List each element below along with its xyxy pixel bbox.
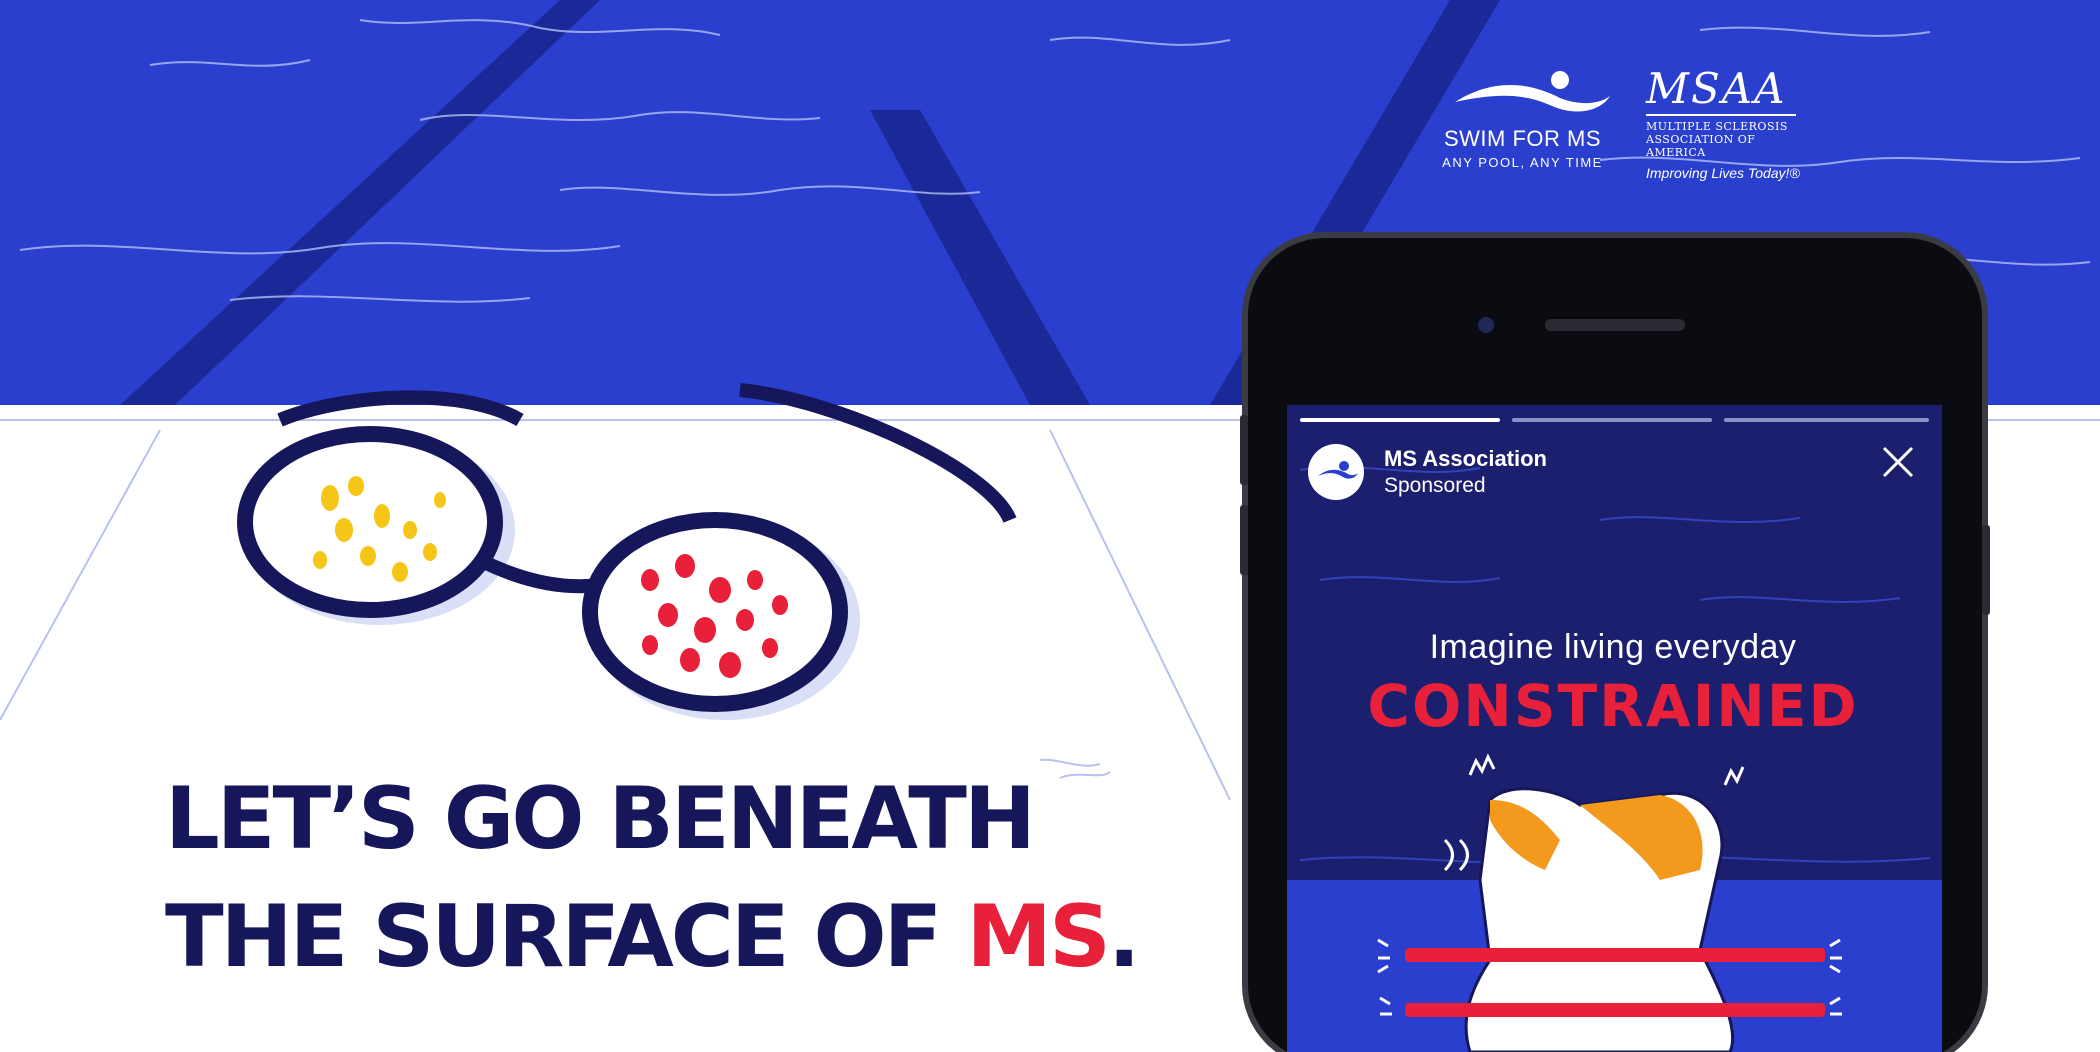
phone-power-button xyxy=(1982,525,1990,615)
swimmer-avatar-icon[interactable] xyxy=(1308,444,1364,500)
close-icon[interactable] xyxy=(1878,442,1918,482)
msaa-logo: MSAA Multiple Sclerosis Association of A… xyxy=(1646,66,1816,181)
headline: LET’S GO BENEATH THE SURFACE OF MS. xyxy=(165,760,1141,996)
msaa-tagline: Improving Lives Today!® xyxy=(1646,165,1800,181)
story-text-line2: CONSTRAINED xyxy=(1367,672,1859,740)
phone-speaker xyxy=(1545,319,1685,331)
msaa-wordmark: MSAA xyxy=(1646,64,1787,113)
phone-side-button-2 xyxy=(1240,505,1248,575)
headline-line2-prefix: THE SURFACE OF xyxy=(165,887,967,987)
headline-line1: LET’S GO BENEATH xyxy=(165,769,1036,869)
swim-logo-name: SWIM FOR MS xyxy=(1443,126,1602,151)
headline-accent: MS xyxy=(966,887,1111,987)
msaa-full-name-line2: Association of America xyxy=(1646,133,1756,159)
phone-camera xyxy=(1478,317,1494,333)
msaa-full-name-line1: Multiple Sclerosis xyxy=(1646,120,1788,133)
story-header: MS Association Sponsored xyxy=(1308,438,1918,508)
headline-period: . xyxy=(1107,887,1141,987)
phone-side-button xyxy=(1240,415,1248,485)
story-account-name[interactable]: MS Association xyxy=(1384,446,1547,472)
story-progress-1 xyxy=(1300,418,1500,422)
swim-logo-tagline: ANY POOL, ANY TIME xyxy=(1442,155,1603,170)
headline-line2: THE SURFACE OF MS. xyxy=(165,878,1141,996)
story-progress-3 xyxy=(1724,418,1929,422)
swim-for-ms-logo: SWIM FOR MS ANY POOL, ANY TIME xyxy=(1430,68,1615,170)
story-sponsored-label: Sponsored xyxy=(1384,474,1486,497)
story-text-line1: Imagine living everyday xyxy=(1429,628,1797,666)
story-progress-2 xyxy=(1512,418,1712,422)
msaa-rule xyxy=(1646,114,1796,116)
